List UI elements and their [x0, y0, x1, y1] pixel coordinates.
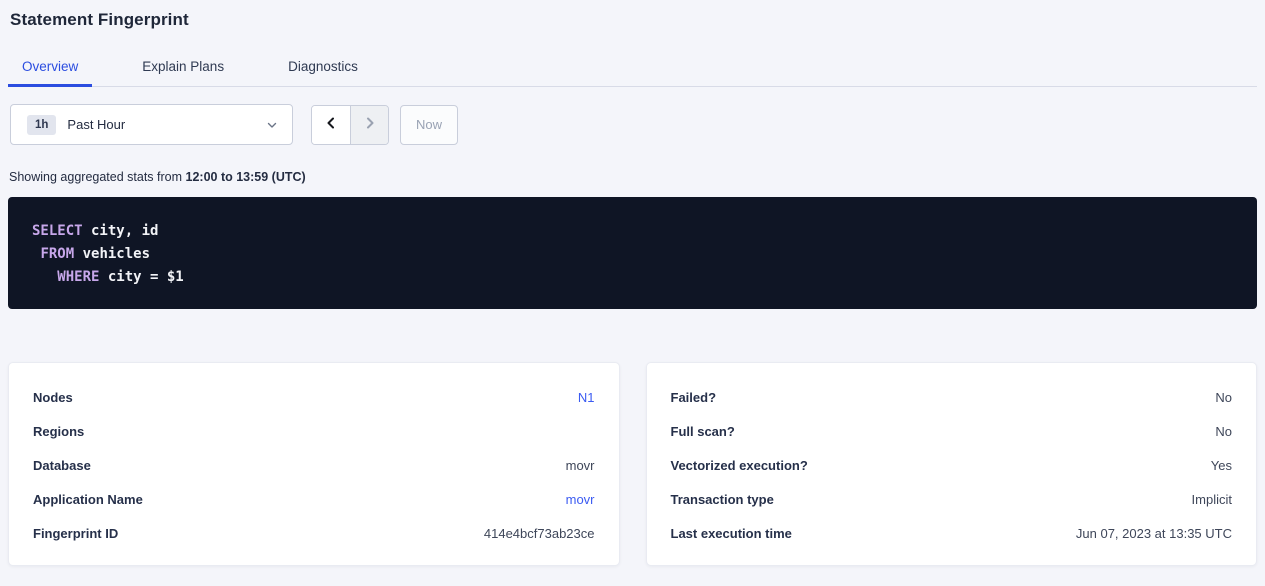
- row-label-nodes: Nodes: [33, 390, 73, 405]
- application-name-link[interactable]: movr: [566, 492, 595, 507]
- fingerprint-id-value: 414e4bcf73ab23ce: [484, 526, 595, 541]
- database-value: movr: [566, 458, 595, 473]
- failed-value: No: [1215, 390, 1232, 405]
- previous-interval-button[interactable]: [312, 106, 350, 144]
- execution-attributes-card: Failed? No Full scan? No Vectorized exec…: [646, 362, 1258, 566]
- table-row: Failed? No: [671, 380, 1233, 414]
- stats-prefix: Showing aggregated stats from: [9, 170, 186, 184]
- row-label-fingerprint-id: Fingerprint ID: [33, 526, 118, 541]
- full-scan-value: No: [1215, 424, 1232, 439]
- sql-line: FROM vehicles: [32, 246, 150, 262]
- row-label-failed: Failed?: [671, 390, 717, 405]
- row-label-regions: Regions: [33, 424, 84, 439]
- page-title: Statement Fingerprint: [10, 10, 1257, 30]
- time-controls: 1h Past Hour Now: [10, 104, 1257, 145]
- row-label-application-name: Application Name: [33, 492, 143, 507]
- row-label-vectorized-execution: Vectorized execution?: [671, 458, 808, 473]
- transaction-type-value: Implicit: [1192, 492, 1232, 507]
- summary-cards: Nodes N1 Regions Database movr Applicati…: [8, 362, 1257, 566]
- chevron-right-icon: [363, 116, 377, 133]
- table-row: Fingerprint ID 414e4bcf73ab23ce: [33, 516, 595, 550]
- sql-line: SELECT city, id: [32, 223, 158, 239]
- row-label-last-execution-time: Last execution time: [671, 526, 792, 541]
- tab-diagnostics[interactable]: Diagnostics: [274, 53, 372, 87]
- sql-line: WHERE city = $1: [32, 269, 184, 285]
- table-row: Regions: [33, 414, 595, 448]
- nodes-link[interactable]: N1: [578, 390, 595, 405]
- tab-explain-plans-label: Explain Plans: [142, 59, 224, 74]
- tab-explain-plans[interactable]: Explain Plans: [128, 53, 238, 87]
- now-button[interactable]: Now: [400, 105, 458, 145]
- table-row: Full scan? No: [671, 414, 1233, 448]
- statement-fingerprint-page: Statement Fingerprint Overview Explain P…: [0, 10, 1265, 566]
- next-interval-button[interactable]: [350, 106, 388, 144]
- tab-overview[interactable]: Overview: [8, 53, 92, 87]
- table-row: Vectorized execution? Yes: [671, 448, 1233, 482]
- tab-bar: Overview Explain Plans Diagnostics: [8, 53, 1257, 87]
- table-row: Application Name movr: [33, 482, 595, 516]
- time-nav-arrows: [311, 105, 389, 145]
- row-label-transaction-type: Transaction type: [671, 492, 774, 507]
- tab-overview-label: Overview: [22, 59, 78, 74]
- time-interval-label: Past Hour: [67, 117, 125, 132]
- stats-time-range: 12:00 to 13:59 (UTC): [186, 170, 306, 184]
- aggregated-stats-text: Showing aggregated stats from 12:00 to 1…: [9, 170, 1257, 184]
- chevron-down-icon: [266, 119, 278, 131]
- chevron-left-icon: [324, 116, 338, 133]
- time-interval-select[interactable]: 1h Past Hour: [10, 104, 293, 145]
- row-label-full-scan: Full scan?: [671, 424, 735, 439]
- time-duration-badge: 1h: [27, 115, 56, 135]
- table-row: Nodes N1: [33, 380, 595, 414]
- sql-statement-box: SELECT city, id FROM vehicles WHERE city…: [8, 197, 1257, 309]
- vectorized-execution-value: Yes: [1211, 458, 1232, 473]
- row-label-database: Database: [33, 458, 91, 473]
- statement-details-card: Nodes N1 Regions Database movr Applicati…: [8, 362, 620, 566]
- table-row: Last execution time Jun 07, 2023 at 13:3…: [671, 516, 1233, 550]
- tab-diagnostics-label: Diagnostics: [288, 59, 358, 74]
- last-execution-time-value: Jun 07, 2023 at 13:35 UTC: [1076, 526, 1232, 541]
- table-row: Database movr: [33, 448, 595, 482]
- sql-statement: SELECT city, id FROM vehicles WHERE city…: [32, 220, 1233, 289]
- table-row: Transaction type Implicit: [671, 482, 1233, 516]
